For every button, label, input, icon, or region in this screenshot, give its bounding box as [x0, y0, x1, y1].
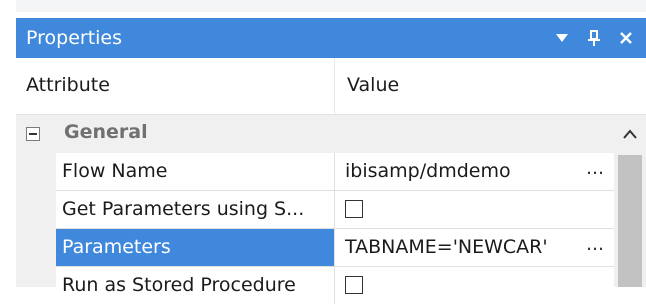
ellipsis-button[interactable]: ...	[576, 153, 614, 190]
grid-header: Attribute Value	[16, 58, 646, 115]
value-column-header[interactable]: Value	[347, 74, 399, 96]
window-left-edge	[0, 0, 16, 287]
group-label: General	[64, 121, 148, 143]
property-row-run-as-stored-procedure[interactable]: Run as Stored Procedure	[56, 267, 614, 304]
get-parameters-checkbox[interactable]	[345, 200, 363, 218]
property-row-flow-name[interactable]: Flow Name ibisamp/dmdemo ...	[56, 153, 614, 191]
close-icon[interactable]	[614, 24, 638, 52]
property-row-get-parameters[interactable]: Get Parameters using S...	[56, 191, 614, 229]
scrollbar-thumb[interactable]	[618, 155, 642, 287]
property-name: Flow Name	[62, 160, 168, 182]
property-value-cell	[335, 267, 576, 304]
vertical-scrollbar[interactable]	[614, 115, 646, 287]
property-value-input[interactable]: TABNAME='NEWCAR'	[335, 229, 576, 266]
pin-icon[interactable]	[582, 24, 606, 52]
property-name: Parameters	[56, 229, 334, 266]
scroll-up-icon[interactable]	[614, 115, 646, 153]
property-name: Run as Stored Procedure	[62, 274, 296, 296]
run-as-stored-procedure-checkbox[interactable]	[345, 276, 363, 294]
property-value-cell	[335, 191, 576, 228]
properties-panel: Properties Attribute Value General Flow …	[16, 18, 646, 304]
collapse-toggle-icon[interactable]	[26, 127, 40, 141]
ellipsis-button[interactable]: ...	[576, 229, 614, 266]
row-gutter	[16, 153, 56, 287]
window-top-strip	[0, 0, 646, 12]
group-row-general[interactable]: General	[16, 115, 614, 153]
column-divider[interactable]	[334, 58, 335, 114]
property-row-parameters[interactable]: Parameters TABNAME='NEWCAR' ...	[56, 229, 614, 267]
panel-titlebar: Properties	[16, 18, 646, 58]
property-name: Get Parameters using S...	[62, 198, 305, 220]
panel-title: Properties	[26, 27, 123, 49]
property-value-input[interactable]: ibisamp/dmdemo	[335, 153, 576, 190]
property-grid: General Flow Name ibisamp/dmdemo ... Get…	[16, 115, 646, 304]
attribute-column-header[interactable]: Attribute	[26, 74, 110, 96]
dropdown-arrow-icon[interactable]	[550, 24, 574, 52]
